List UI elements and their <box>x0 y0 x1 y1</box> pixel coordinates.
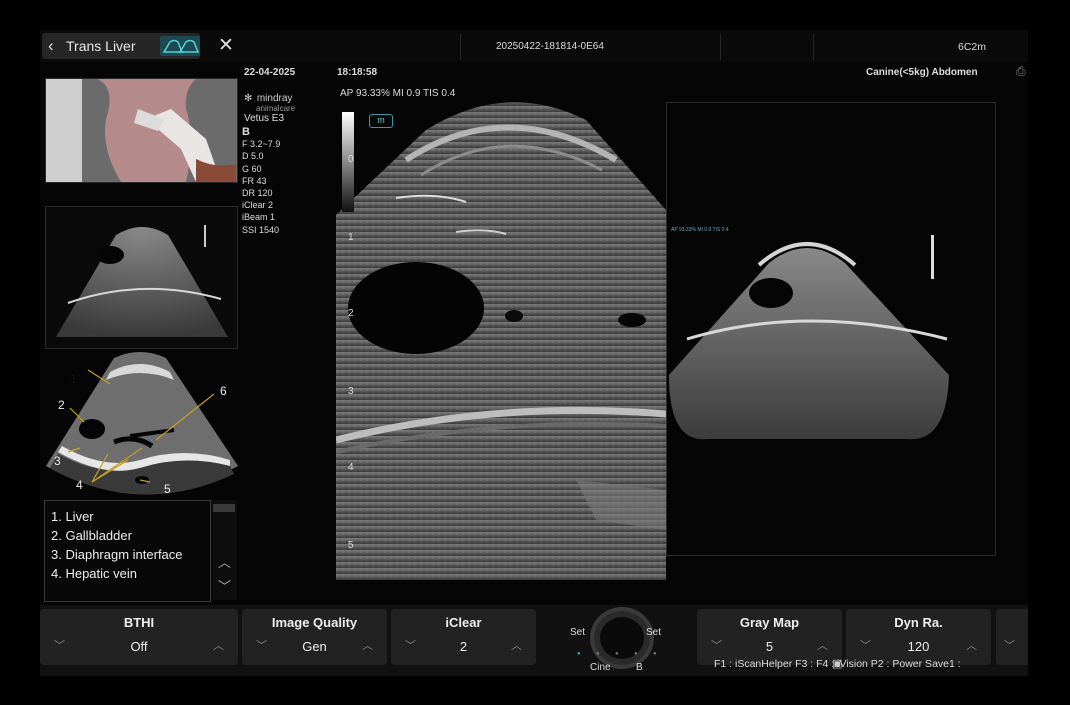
anatomy-diagram: 1 2 3 4 5 6 <box>44 350 240 500</box>
increase-icon[interactable]: ︿ <box>362 637 373 653</box>
b-mode-label[interactable]: B <box>636 662 643 673</box>
increase-icon[interactable]: ︿ <box>511 637 522 653</box>
diagram-number-3: 3 <box>54 454 61 468</box>
depth-tick: 3 <box>348 386 354 397</box>
increase-icon[interactable]: ︿ <box>966 637 977 653</box>
print-icon[interactable]: ⎙ <box>1016 64 1026 79</box>
control-title: Gray Map <box>739 615 800 630</box>
status-dot-icon: ● <box>596 651 600 657</box>
probe-fan-icon <box>162 39 200 53</box>
next-control[interactable]: ﹀ <box>996 609 1028 665</box>
brand-block: ✻ mindray animalcare Vetus E3 <box>244 88 324 124</box>
reference-image-panel: AP 93.33% MI 0.9 TIS 0.4 <box>666 102 996 556</box>
main-scan-fan <box>335 102 667 580</box>
gray-map-control[interactable]: Gray Map 5 ﹀ ︿ <box>697 609 842 665</box>
diagram-number-5: 5 <box>164 482 171 496</box>
depth-tick: 0 <box>348 154 354 165</box>
probe-view-toggle[interactable] <box>160 36 200 56</box>
control-title: iClear <box>445 615 482 630</box>
diagram-number-2: 2 <box>58 398 65 412</box>
iclear-control[interactable]: iClear 2 ﹀ ︿ <box>391 609 536 665</box>
param-depth: D 5.0 <box>242 151 264 162</box>
focus-marker: m <box>369 114 393 128</box>
preset-tab[interactable]: ‹ Trans Liver <box>42 33 200 59</box>
main-ultrasound-image[interactable] <box>335 100 667 580</box>
decrease-icon[interactable]: ﹀ <box>405 637 416 653</box>
param-ssi: SSI 1540 <box>242 224 280 235</box>
legend-item: 2. Gallbladder <box>51 528 132 543</box>
brand-name: mindray <box>256 93 293 104</box>
reference-ultrasound-thumb <box>45 206 238 349</box>
depth-tick: 1 <box>348 232 354 243</box>
model-name: Vetus E3 <box>244 113 285 124</box>
preset-label: Trans Liver <box>66 38 136 54</box>
scroll-up-icon[interactable]: ︿ <box>218 552 231 571</box>
status-dot-icon: ● <box>634 651 638 657</box>
date-text: 22-04-2025 <box>244 67 296 78</box>
decrease-icon[interactable]: ﹀ <box>1004 637 1015 653</box>
diagram-number-4: 4 <box>76 478 83 492</box>
param-freq: F 3.2~7.9 <box>242 139 281 150</box>
bthi-control[interactable]: BTHI Off ﹀ ︿ <box>40 609 238 665</box>
image-quality-control[interactable]: Image Quality Gen ﹀ ︿ <box>242 609 387 665</box>
decrease-icon[interactable]: ﹀ <box>256 637 267 653</box>
dyn-range-control[interactable]: Dyn Ra. 120 ﹀ ︿ <box>846 609 991 665</box>
header-bar: ‹ Trans Liver ✕ 20250422-181814-0E64 6C2… <box>40 30 1028 62</box>
param-list: B F 3.2~7.9 D 5.0 G 60 FR 43 DR 120 iCle… <box>242 126 280 236</box>
cine-label[interactable]: Cine <box>590 662 611 673</box>
depth-tick: 2 <box>348 308 354 319</box>
camera-icon[interactable]: ▣ <box>832 657 842 670</box>
diagram-number-1: 1 <box>70 372 77 386</box>
control-title: Image Quality <box>271 615 358 630</box>
file-id: 20250422-181814-0E64 <box>496 41 604 52</box>
scroll-down-icon[interactable]: ﹀ <box>218 576 231 595</box>
reference-scan: AP 93.33% MI 0.9 TIS 0.4 <box>669 227 949 440</box>
legend-item: 1. Liver <box>51 509 94 524</box>
decrease-icon[interactable]: ﹀ <box>54 637 65 653</box>
mindray-logo-icon: ✻ <box>244 93 253 104</box>
legend-item: 4. Hepatic vein <box>51 566 137 581</box>
param-fr: FR 43 <box>242 175 267 186</box>
legend-list: 1. Liver 2. Gallbladder 3. Diaphragm int… <box>44 500 211 602</box>
legend-scrollbar[interactable]: ︿ ﹀ <box>211 500 237 600</box>
brand-sub: animalcare <box>256 104 296 113</box>
trackball-set-left[interactable]: Set <box>570 627 585 638</box>
control-value: Off <box>130 639 148 654</box>
scroll-thumb[interactable] <box>213 504 235 512</box>
divider <box>813 34 814 60</box>
param-gain: G 60 <box>242 163 262 174</box>
legend-item: 3. Diaphragm interface <box>51 547 183 562</box>
probe-name: 6C2m <box>958 41 987 53</box>
mode-label: B <box>242 126 250 138</box>
status-dot-icon: ● <box>615 651 619 657</box>
depth-tick: 4 <box>348 462 354 473</box>
cine-dot-icon: ● <box>577 651 581 657</box>
param-dr: DR 120 <box>242 188 273 199</box>
ultrasound-screen: ‹ Trans Liver ✕ 20250422-181814-0E64 6C2… <box>40 30 1028 676</box>
photo-illustration <box>46 79 237 182</box>
param-ibeam: iBeam 1 <box>242 212 276 223</box>
decrease-icon[interactable]: ﹀ <box>711 637 722 653</box>
svg-text:AP 93.33% MI 0.9 TIS 0.4: AP 93.33% MI 0.9 TIS 0.4 <box>671 227 729 233</box>
close-icon[interactable]: ✕ <box>218 34 234 57</box>
increase-icon[interactable]: ︿ <box>213 637 224 653</box>
status-dot-icon: ● <box>653 651 657 657</box>
trackball[interactable] <box>590 607 654 669</box>
depth-tick: 5 <box>348 540 354 551</box>
acoustic-output: AP 93.33% MI 0.9 TIS 0.4 <box>340 88 456 99</box>
control-title: Dyn Ra. <box>894 615 943 630</box>
divider <box>460 34 461 60</box>
thumb-scan <box>56 225 228 337</box>
diagram-number-6: 6 <box>220 384 227 398</box>
divider <box>720 34 721 60</box>
exam-type: Canine(<5kg) Abdomen <box>866 67 978 78</box>
probe-placement-photo <box>45 78 238 183</box>
time-text: 18:18:58 <box>337 67 378 78</box>
back-chevron-icon[interactable]: ‹ <box>48 36 54 56</box>
decrease-icon[interactable]: ﹀ <box>860 637 871 653</box>
control-title: BTHI <box>123 615 155 630</box>
param-iclear: iClear 2 <box>242 200 274 211</box>
increase-icon[interactable]: ︿ <box>817 637 828 653</box>
trackball-set-right[interactable]: Set <box>646 627 661 638</box>
